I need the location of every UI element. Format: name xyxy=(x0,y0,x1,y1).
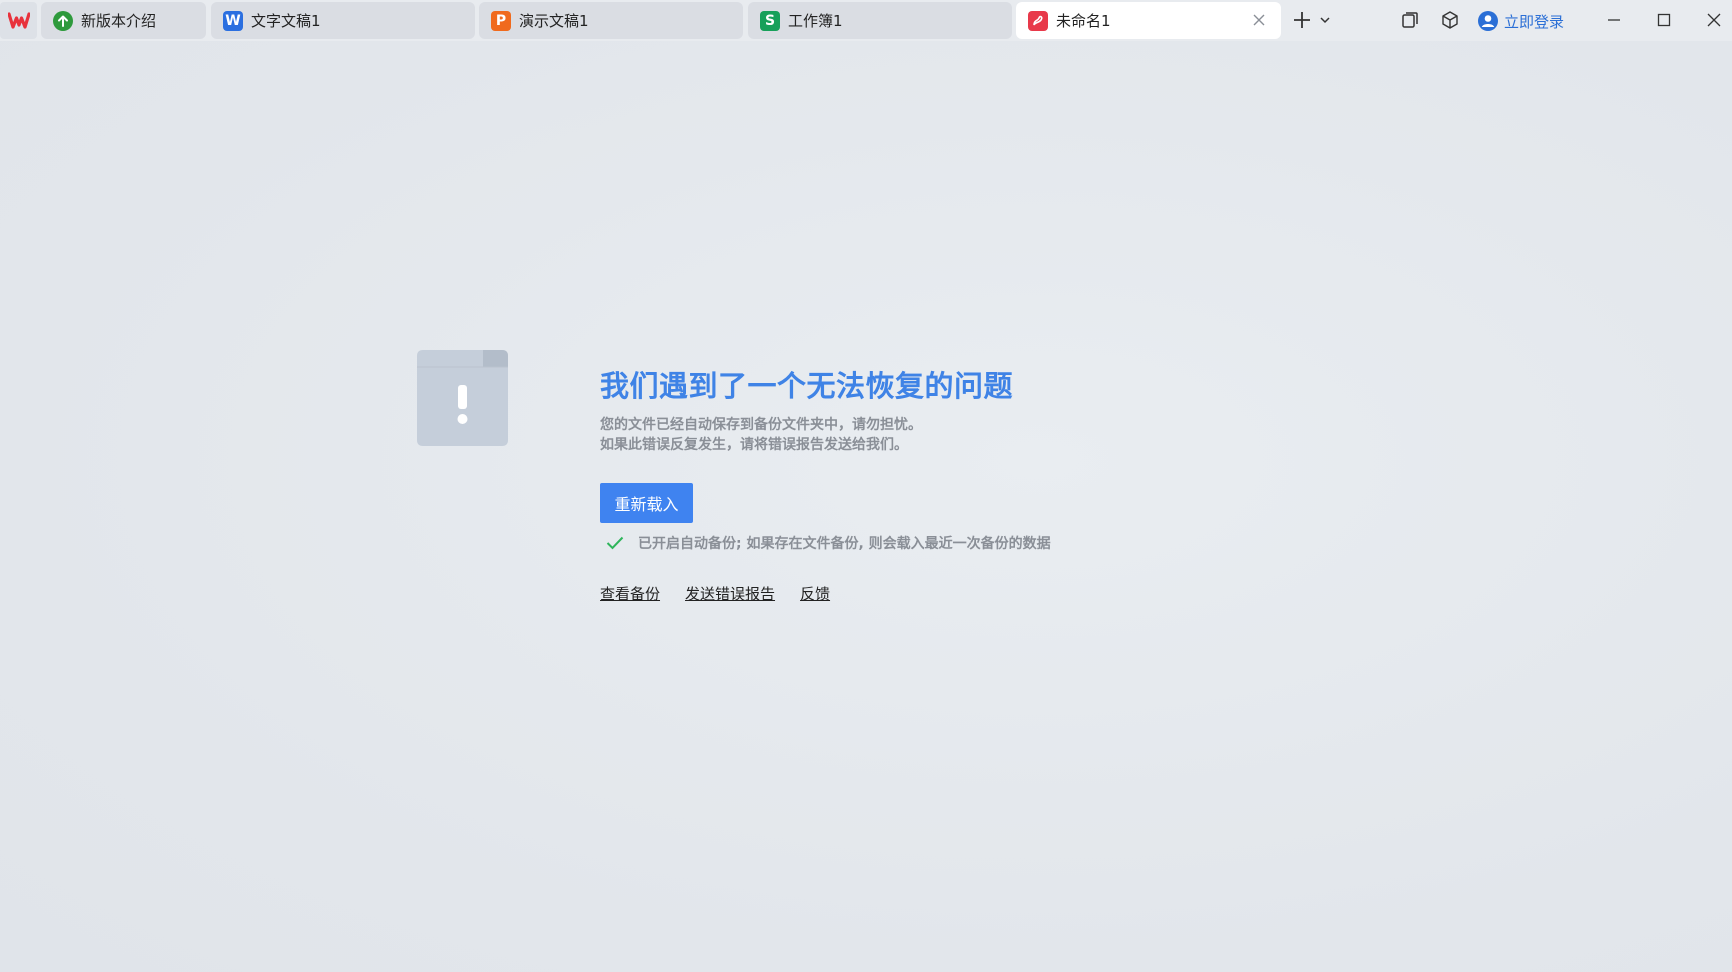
close-tab-icon[interactable] xyxy=(1251,12,1267,28)
wps-spreadsheet-icon: S xyxy=(760,10,780,31)
wps-pdf-icon xyxy=(1028,10,1048,31)
send-error-report-link[interactable]: 发送错误报告 xyxy=(685,583,775,604)
error-description-line: 如果此错误反复发生，请将错误报告发送给我们。 xyxy=(600,437,908,453)
upgrade-arrow-icon xyxy=(53,10,73,31)
title-bar: 新版本介绍 W 文字文稿1 P 演示文稿1 S 工作簿1 未命名1 立即登录 xyxy=(0,0,1732,41)
wps-writer-icon: W xyxy=(223,10,243,31)
error-description-line: 您的文件已经自动保存到备份文件夹中，请勿担忧。 xyxy=(600,417,922,433)
error-title: 我们遇到了一个无法恢复的问题 xyxy=(600,369,1014,403)
tab-untitled-pdf[interactable]: 未命名1 xyxy=(1016,2,1281,39)
wps-logo-icon[interactable] xyxy=(0,2,37,39)
new-tab-button[interactable] xyxy=(1290,8,1314,32)
error-links: 查看备份 发送错误报告 反馈 xyxy=(600,583,830,604)
tab-spreadsheet[interactable]: S 工作簿1 xyxy=(748,2,1012,39)
user-avatar-icon xyxy=(1478,11,1498,31)
auto-backup-text: 已开启自动备份; 如果存在文件备份, 则会载入最近一次备份的数据 xyxy=(638,536,1051,552)
tab-label: 演示文稿1 xyxy=(519,12,589,30)
tab-label: 文字文稿1 xyxy=(251,12,321,30)
auto-backup-note: 已开启自动备份; 如果存在文件备份, 则会载入最近一次备份的数据 xyxy=(606,532,1051,554)
minimize-button[interactable] xyxy=(1602,8,1626,32)
tab-list-dropdown[interactable] xyxy=(1317,8,1333,32)
tab-label: 未命名1 xyxy=(1056,12,1111,30)
cube-icon xyxy=(1442,11,1458,29)
close-window-button[interactable] xyxy=(1702,8,1726,32)
tab-label: 新版本介绍 xyxy=(81,12,157,30)
login-label: 立即登录 xyxy=(1504,12,1565,31)
minimize-icon xyxy=(1608,19,1620,21)
tab-writer-document[interactable]: W 文字文稿1 xyxy=(211,2,475,39)
tab-label: 工作簿1 xyxy=(788,12,843,30)
window-switch-button[interactable] xyxy=(1398,8,1422,32)
maximize-icon xyxy=(1657,13,1671,27)
file-warning-icon xyxy=(417,350,508,446)
login-button[interactable]: 立即登录 xyxy=(1478,9,1564,33)
wps-presentation-icon: P xyxy=(491,10,511,31)
feedback-link[interactable]: 反馈 xyxy=(800,583,830,604)
plus-icon xyxy=(1294,12,1310,28)
windows-icon xyxy=(1402,12,1418,28)
error-panel xyxy=(0,41,1732,972)
error-description: 您的文件已经自动保存到备份文件夹中，请勿担忧。 如果此错误反复发生，请将错误报告… xyxy=(600,415,922,455)
view-backup-link[interactable]: 查看备份 xyxy=(600,583,660,604)
apps-cube-button[interactable] xyxy=(1438,8,1462,32)
chevron-down-icon xyxy=(1320,17,1330,24)
close-icon xyxy=(1707,13,1721,27)
reload-button[interactable]: 重新载入 xyxy=(600,483,693,523)
tab-new-version-intro[interactable]: 新版本介绍 xyxy=(41,2,206,39)
maximize-button[interactable] xyxy=(1652,8,1676,32)
tab-presentation[interactable]: P 演示文稿1 xyxy=(479,2,743,39)
check-icon xyxy=(606,536,624,550)
